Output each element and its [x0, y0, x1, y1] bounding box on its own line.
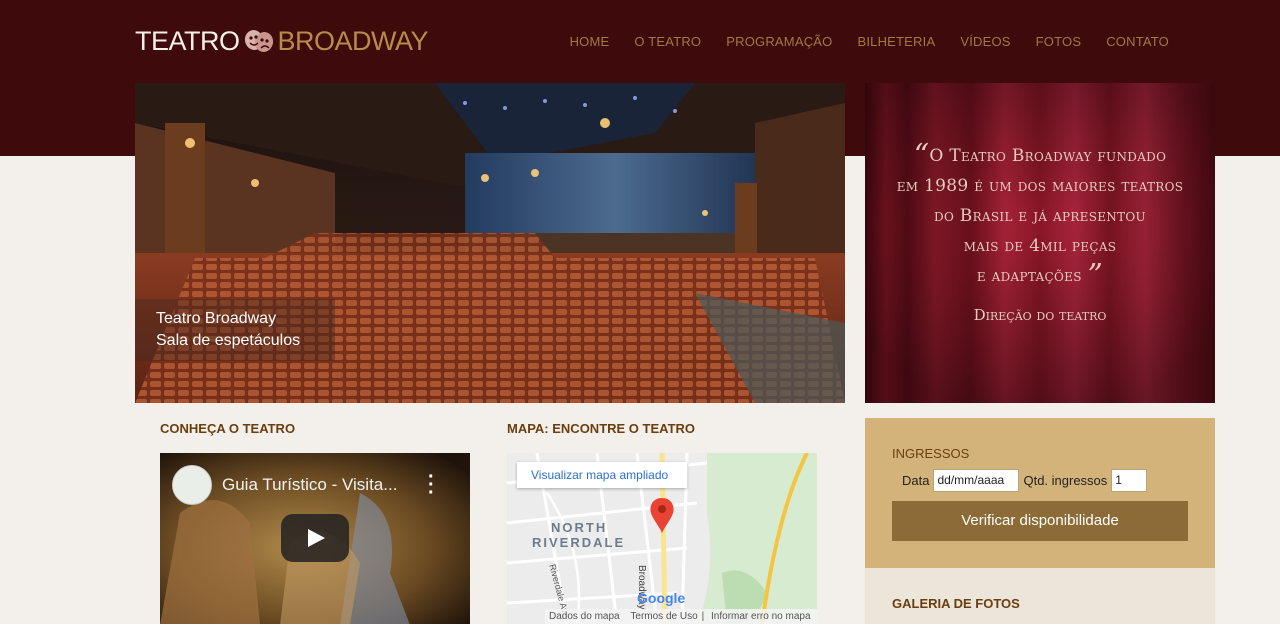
- open-quote-mark: “: [913, 138, 930, 173]
- video-title[interactable]: Guia Turístico - Visita...: [222, 475, 397, 495]
- nav-fotos[interactable]: FOTOS: [1036, 34, 1082, 49]
- quote-panel: “O Teatro Broadway fundado em 1989 é um …: [865, 83, 1215, 403]
- nav-programacao[interactable]: PROGRAMAÇÃO: [726, 34, 832, 49]
- site-logo[interactable]: TEATRO BROADWAY: [135, 25, 429, 56]
- more-vertical-icon[interactable]: · · ·: [428, 467, 435, 503]
- quote-line-3: do Brasil e já apresentou: [934, 206, 1146, 226]
- quote-author: Direção do teatro: [973, 306, 1107, 324]
- hero-caption: Teatro Broadway Sala de espetáculos: [135, 299, 335, 361]
- main-nav: HOME O TEATRO PROGRAMAÇÃO BILHETERIA VÍD…: [545, 34, 1169, 49]
- quote-line-2: em 1989 é um dos maiores teatros: [896, 176, 1184, 196]
- quote-line-5: e adaptações: [976, 266, 1082, 286]
- video-section-heading: CONHEÇA O TEATRO: [160, 421, 296, 436]
- tickets-panel: INGRESSOS Data dd/mm/aaaa Qtd. ingressos…: [865, 418, 1215, 568]
- hero-caption-title: Teatro Broadway: [156, 310, 277, 327]
- map-section-heading: MAPA: ENCONTRE O TEATRO: [507, 421, 696, 436]
- quantity-input[interactable]: 1: [1111, 469, 1148, 492]
- hero-caption-subtitle: Sala de espetáculos: [156, 332, 301, 349]
- map-report-link[interactable]: Informar erro no mapa: [711, 611, 811, 622]
- map-embed[interactable]: Visualizar mapa ampliado NORTH RIVERDALE…: [507, 453, 817, 625]
- nav-bilheteria[interactable]: BILHETERIA: [857, 34, 935, 49]
- nav-contato[interactable]: CONTATO: [1106, 34, 1169, 49]
- nav-o-teatro[interactable]: O TEATRO: [634, 34, 701, 49]
- map-data-link[interactable]: Dados do mapa: [549, 611, 620, 622]
- date-label: Data: [902, 473, 930, 488]
- map-area-label-2: RIVERDALE: [532, 535, 626, 550]
- channel-avatar[interactable]: [172, 465, 212, 505]
- theatre-masks-icon: [244, 30, 273, 52]
- play-icon[interactable]: [281, 514, 349, 562]
- quote-line-4: mais de 4mil peças: [963, 236, 1117, 256]
- check-availability-button[interactable]: Verificar disponibilidade: [892, 501, 1188, 541]
- tickets-heading: INGRESSOS: [892, 446, 970, 461]
- video-embed[interactable]: Guia Turístico - Visita... · · ·: [160, 453, 470, 625]
- map-terms-link[interactable]: Termos de Uso: [630, 611, 697, 622]
- nav-videos[interactable]: VÍDEOS: [960, 34, 1010, 49]
- logo-text-broadway: BROADWAY: [277, 25, 429, 56]
- logo-text-teatro: TEATRO: [135, 25, 240, 56]
- tickets-form-row: Data dd/mm/aaaa Qtd. ingressos 1: [902, 469, 1148, 492]
- quantity-label: Qtd. ingressos: [1023, 473, 1108, 488]
- map-footer: Dados do mapa Termos de Uso | Informar er…: [545, 609, 817, 625]
- date-input[interactable]: dd/mm/aaaa: [933, 469, 1020, 492]
- nav-home[interactable]: HOME: [570, 34, 610, 49]
- view-larger-map-link[interactable]: Visualizar mapa ampliado: [517, 462, 687, 488]
- map-area-label-1: NORTH: [551, 520, 608, 535]
- quote-text: “O Teatro Broadway fundado em 1989 é um …: [865, 141, 1215, 291]
- bottom-strip: [0, 624, 1280, 640]
- google-logo: Google: [637, 590, 686, 606]
- close-quote-mark: ”: [1087, 258, 1104, 293]
- gallery-heading: GALERIA DE FOTOS: [892, 596, 1020, 611]
- quote-line-1: O Teatro Broadway fundado: [929, 146, 1167, 166]
